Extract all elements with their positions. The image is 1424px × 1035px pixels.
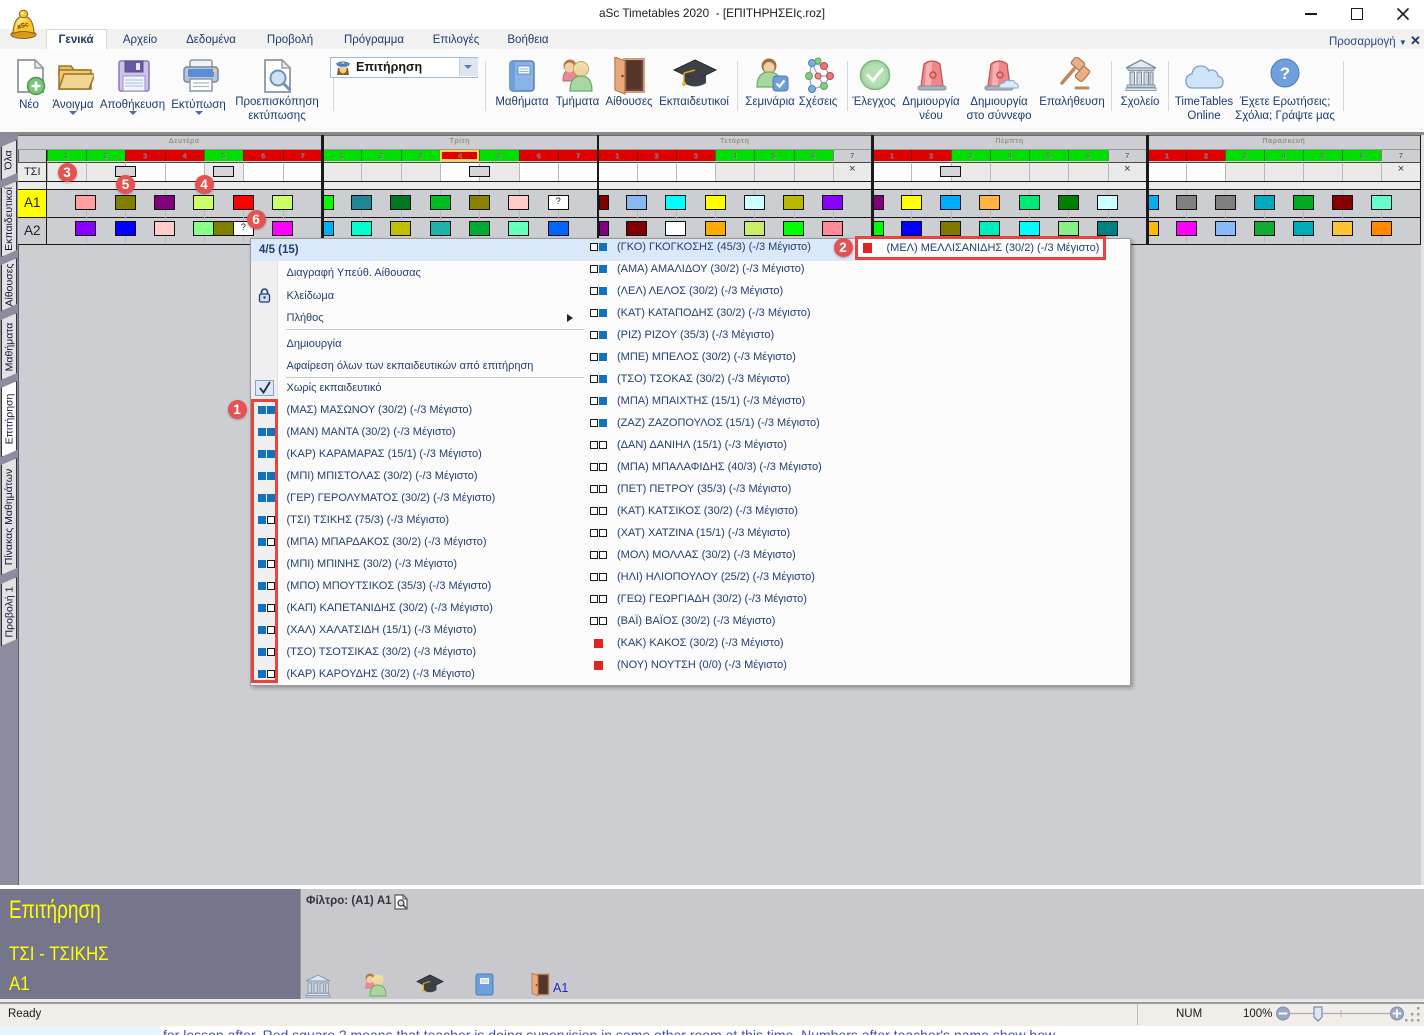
svg-text:?: ? — [1280, 64, 1290, 83]
